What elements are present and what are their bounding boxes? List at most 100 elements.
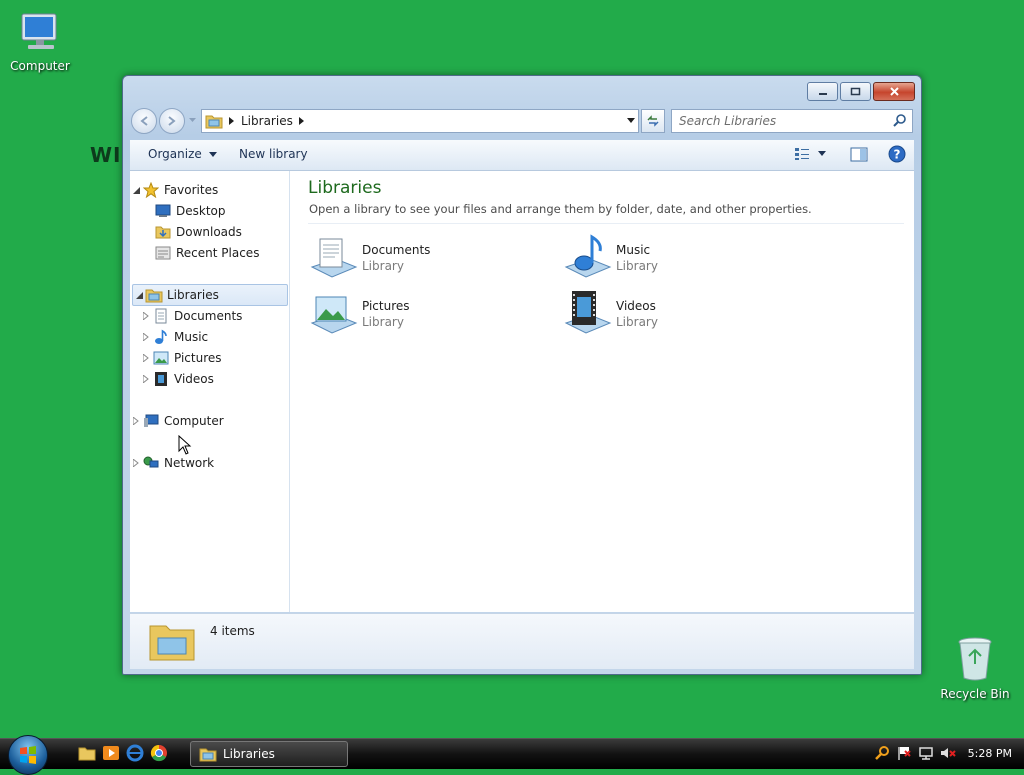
computer-icon xyxy=(21,13,57,49)
taskbar: Libraries 5:28 PM xyxy=(0,735,1024,775)
tree-item-documents[interactable]: Documents xyxy=(130,306,288,326)
desktop-icon-recycle-bin[interactable]: Recycle Bin xyxy=(935,636,1015,701)
tile-name: Videos xyxy=(616,299,656,313)
breadcrumb-libraries[interactable]: Libraries xyxy=(241,114,293,128)
network-icon xyxy=(142,455,160,471)
tree-item-videos[interactable]: Videos xyxy=(130,369,288,389)
network-status-icon[interactable] xyxy=(918,745,934,761)
address-dropdown-icon[interactable] xyxy=(626,116,636,124)
expand-arrow-icon[interactable] xyxy=(140,354,152,362)
new-library-button[interactable]: New library xyxy=(239,147,308,161)
chevron-down-icon xyxy=(818,151,826,156)
pictures-icon xyxy=(152,350,170,366)
minimize-button[interactable] xyxy=(807,82,838,101)
tree-item-libraries[interactable]: Libraries xyxy=(132,284,288,306)
expand-arrow-icon[interactable] xyxy=(130,417,142,425)
search-icon[interactable] xyxy=(893,114,907,128)
close-icon xyxy=(889,86,899,96)
change-view-button[interactable] xyxy=(794,147,826,161)
tree-item-computer[interactable]: Computer xyxy=(130,411,288,431)
explorer-icon[interactable] xyxy=(78,744,96,762)
chevron-down-icon xyxy=(208,152,217,157)
collapse-arrow-icon[interactable] xyxy=(133,291,145,299)
page-subtitle: Open a library to see your files and arr… xyxy=(309,202,812,216)
taskbar-button-label: Libraries xyxy=(223,747,275,761)
tile-name: Documents xyxy=(362,243,431,257)
organize-button[interactable]: Organize xyxy=(148,147,217,161)
toolbar-right-icons: ? xyxy=(794,145,906,163)
search-input[interactable] xyxy=(672,113,886,129)
taskbar-button-libraries[interactable]: Libraries xyxy=(190,741,348,767)
music-library-icon xyxy=(564,234,612,278)
tree-label: Pictures xyxy=(174,351,222,365)
clock[interactable]: 5:28 PM xyxy=(968,747,1012,760)
command-bar: Organize New library ? xyxy=(130,140,914,171)
star-icon xyxy=(142,182,160,198)
start-button[interactable] xyxy=(8,735,48,775)
library-tile-videos[interactable]: Videos Library xyxy=(562,289,792,339)
libraries-icon xyxy=(145,287,163,303)
divider xyxy=(308,223,904,224)
caption-buttons xyxy=(807,82,915,101)
tree-label: Music xyxy=(174,330,209,344)
help-icon[interactable]: ? xyxy=(888,145,906,163)
breadcrumb-arrow-icon[interactable] xyxy=(298,117,305,125)
recycle-bin-icon xyxy=(958,637,992,681)
desktop-icon-label: Computer xyxy=(10,59,70,73)
refresh-button[interactable] xyxy=(641,109,665,133)
expand-arrow-icon[interactable] xyxy=(140,312,152,320)
system-tray: 5:28 PM xyxy=(874,745,1012,761)
details-pane: 4 items xyxy=(130,613,914,669)
documents-library-icon xyxy=(310,238,358,278)
tile-type: Library xyxy=(616,315,658,329)
desktop-icon-label: Recycle Bin xyxy=(940,687,1010,701)
breadcrumb-arrow-icon[interactable] xyxy=(229,117,235,125)
desktop-icon-computer[interactable]: Computer xyxy=(0,10,80,73)
recent-pages-dropdown-icon[interactable] xyxy=(189,118,196,123)
internet-explorer-icon[interactable] xyxy=(126,744,144,762)
quick-launch xyxy=(78,744,168,762)
library-tile-documents[interactable]: Documents Library xyxy=(308,233,538,283)
tile-type: Library xyxy=(616,259,658,273)
chrome-icon[interactable] xyxy=(150,744,168,762)
tree-item-favorites[interactable]: Favorites xyxy=(130,180,288,200)
back-button[interactable] xyxy=(131,108,157,134)
media-player-icon[interactable] xyxy=(102,744,120,762)
tree-item-pictures[interactable]: Pictures xyxy=(130,348,288,368)
tile-type: Library xyxy=(362,315,404,329)
navigation-pane: Favorites Desktop Downloads Recent Place… xyxy=(130,171,290,612)
tree-label: Desktop xyxy=(176,204,226,218)
address-bar[interactable]: Libraries xyxy=(201,109,639,133)
search-box[interactable] xyxy=(671,109,913,133)
search-icon[interactable] xyxy=(874,745,890,761)
forward-button[interactable] xyxy=(159,108,185,134)
library-tile-music[interactable]: Music Library xyxy=(562,233,792,283)
wallpaper-text: WI xyxy=(90,143,122,167)
tree-item-music[interactable]: Music xyxy=(130,327,288,347)
collapse-arrow-icon[interactable] xyxy=(130,186,142,194)
volume-muted-icon[interactable] xyxy=(940,745,956,761)
recent-places-icon xyxy=(154,245,172,261)
tree-item-recent-places[interactable]: Recent Places xyxy=(130,243,288,263)
new-library-label: New library xyxy=(239,147,308,161)
explorer-window: Libraries Organize New library xyxy=(122,75,922,675)
file-view: Libraries Open a library to see your fil… xyxy=(290,171,914,612)
close-button[interactable] xyxy=(873,82,915,101)
tree-item-desktop[interactable]: Desktop xyxy=(130,201,288,221)
videos-icon xyxy=(152,371,170,387)
expand-arrow-icon[interactable] xyxy=(130,459,142,467)
expand-arrow-icon[interactable] xyxy=(140,333,152,341)
tree-label: Libraries xyxy=(167,288,219,302)
action-center-flag-icon[interactable] xyxy=(896,745,912,761)
navigation-bar: Libraries xyxy=(131,107,913,135)
expand-arrow-icon[interactable] xyxy=(140,375,152,383)
tree-label: Documents xyxy=(174,309,243,323)
preview-pane-icon[interactable] xyxy=(850,147,868,162)
tree-label: Network xyxy=(164,456,215,470)
maximize-button[interactable] xyxy=(840,82,871,101)
videos-library-icon xyxy=(564,291,612,334)
tree-item-network[interactable]: Network xyxy=(130,453,288,473)
library-tile-pictures[interactable]: Pictures Library xyxy=(308,289,538,339)
tree-item-downloads[interactable]: Downloads xyxy=(130,222,288,242)
documents-icon xyxy=(152,308,170,324)
